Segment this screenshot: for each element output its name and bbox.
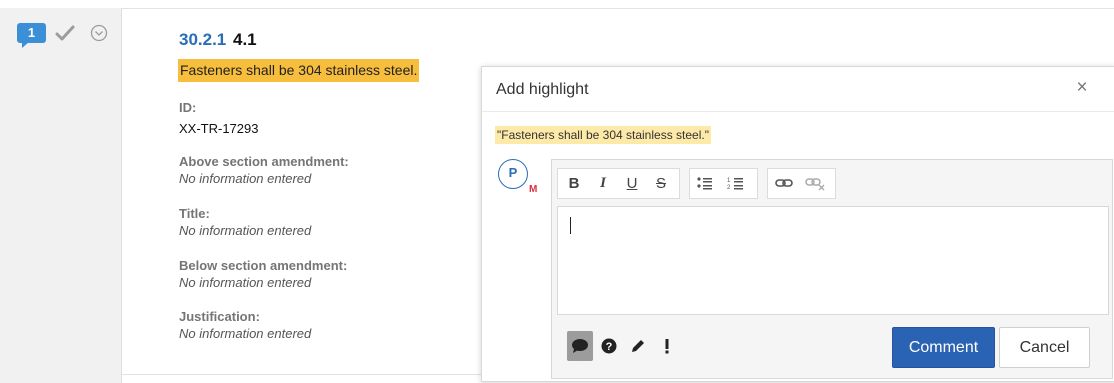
justification-value: No information entered <box>179 326 312 341</box>
check-icon[interactable] <box>55 23 75 43</box>
below-amendment-label: Below section amendment: <box>179 258 348 273</box>
svg-text:2: 2 <box>727 185 731 191</box>
comment-type-button[interactable] <box>567 331 593 361</box>
avatar-badge: M <box>529 184 538 195</box>
comment-editor: B I U S 1 2 ? Comment Cancel <box>551 159 1113 379</box>
avatar-initial: P <box>508 165 518 180</box>
requirement-text-highlighted[interactable]: Fasteners shall be 304 stainless steel. <box>178 59 420 82</box>
left-rail <box>0 8 122 383</box>
underline-button[interactable]: U <box>621 169 643 198</box>
title-label: Title: <box>179 206 210 221</box>
cancel-button[interactable]: Cancel <box>999 327 1090 368</box>
comment-textarea[interactable] <box>557 206 1109 315</box>
justification-label: Justification: <box>179 309 260 324</box>
comment-button[interactable]: Comment <box>892 327 995 368</box>
pencil-icon <box>632 340 644 352</box>
comment-count-badge[interactable]: 1 <box>17 23 46 48</box>
close-icon[interactable]: × <box>1074 78 1090 97</box>
bold-button[interactable]: B <box>563 169 585 198</box>
editor-toolbar: B I U S 1 2 <box>552 160 1112 204</box>
unlink-icon[interactable] <box>804 175 826 191</box>
strikethrough-button[interactable]: S <box>650 169 672 198</box>
chevron-down-circle-icon[interactable] <box>90 24 108 42</box>
title-value: No information entered <box>179 223 312 238</box>
dialog-title: Add highlight <box>496 81 589 98</box>
editor-footer: ? Comment Cancel <box>552 318 1112 378</box>
below-amendment-value: No information entered <box>179 275 312 290</box>
comment-icon <box>572 339 588 353</box>
add-highlight-dialog: Add highlight × "Fasteners shall be 304 … <box>481 66 1114 382</box>
id-label: ID: <box>179 100 197 115</box>
highlight-quote: "Fasteners shall be 304 stainless steel.… <box>495 126 711 144</box>
dialog-header: Add highlight × <box>482 67 1114 112</box>
question-icon: ? <box>601 338 617 354</box>
comment-bubble-tail <box>22 42 29 48</box>
section-number[interactable]: 30.2.1 <box>179 30 226 50</box>
issue-type-button[interactable] <box>654 331 680 361</box>
italic-button[interactable]: I <box>592 169 614 198</box>
list-group: 1 2 <box>689 168 758 199</box>
section-title: 4.1 <box>233 30 257 49</box>
id-value: XX-TR-17293 <box>179 121 259 136</box>
svg-text:?: ? <box>606 341 613 353</box>
top-divider <box>0 8 1114 9</box>
exclamation-icon <box>665 339 669 354</box>
above-amendment-value: No information entered <box>179 171 312 186</box>
numbered-list-icon[interactable]: 1 2 <box>726 174 746 192</box>
edit-type-button[interactable] <box>625 331 651 361</box>
above-amendment-label: Above section amendment: <box>179 154 349 169</box>
avatar: P <box>498 159 528 189</box>
text-cursor <box>570 217 571 234</box>
bullet-list-icon[interactable] <box>695 174 715 192</box>
link-group <box>767 168 836 199</box>
text-format-group: B I U S <box>557 168 680 199</box>
comment-count: 1 <box>17 23 46 43</box>
link-icon[interactable] <box>774 175 794 191</box>
svg-text:1: 1 <box>727 178 731 184</box>
question-type-button[interactable]: ? <box>596 331 622 361</box>
